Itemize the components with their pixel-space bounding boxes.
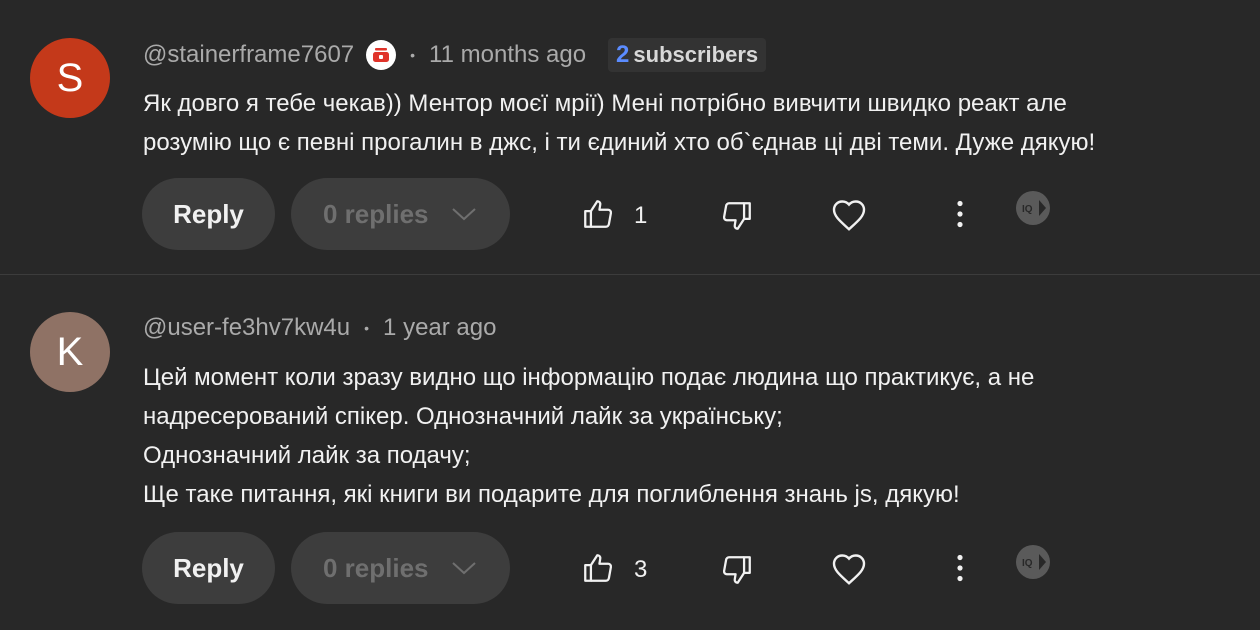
thumbs-up-icon[interactable] [580, 196, 616, 232]
avatar[interactable]: K [30, 312, 110, 392]
avatar[interactable]: S [30, 38, 110, 118]
comment-line: Як довго я тебе чекав)) Ментор моєї мрії… [143, 90, 1067, 117]
replies-button[interactable]: 0 replies [291, 178, 510, 250]
like-count: 3 [634, 556, 648, 583]
comment-line: Ще таке питання, які книги ви подарите д… [143, 481, 960, 508]
timestamp[interactable]: 1 year ago [383, 314, 496, 342]
comment-thread: K @user-fe3hv7kw4u • 1 year ago Цей моме… [0, 275, 1260, 630]
separator-dot: • [364, 320, 370, 336]
comment-text: Цей момент коли зразу видно що інформаці… [143, 358, 1243, 514]
membership-badge-icon [366, 40, 397, 70]
iq-icon[interactable]: IQ [1015, 190, 1051, 226]
subscriber-label: subscribers [633, 42, 759, 67]
comment-line: надресерований спікер. Однозначний лайк … [143, 403, 783, 430]
separator-dot: • [410, 47, 416, 63]
subscriber-count: 2 [616, 41, 630, 68]
comment-meta: @stainerframe7607 • 11 months ago 2 subsc… [143, 35, 767, 75]
heart-icon[interactable] [830, 196, 868, 234]
thumbs-down-icon[interactable] [719, 552, 755, 588]
reply-button[interactable]: Reply [142, 178, 275, 250]
iq-icon[interactable]: IQ [1015, 544, 1051, 580]
timestamp[interactable]: 11 months ago [429, 41, 586, 69]
comment-line: розумію що є певні прогалин в джс, і ти … [143, 129, 1096, 156]
comment-line: Цей момент коли зразу видно що інформаці… [143, 364, 1035, 391]
thumbs-up-icon[interactable] [580, 550, 616, 586]
comment-meta: @user-fe3hv7kw4u • 1 year ago [143, 308, 496, 348]
thumbs-down-icon[interactable] [719, 198, 755, 234]
replies-button[interactable]: 0 replies [291, 532, 510, 604]
heart-icon[interactable] [830, 550, 868, 588]
comment-text: Як довго я тебе чекав)) Ментор моєї мрії… [143, 84, 1243, 162]
username[interactable]: @user-fe3hv7kw4u [143, 314, 350, 342]
more-vert-icon[interactable] [948, 196, 972, 232]
like-count: 1 [634, 202, 648, 229]
username[interactable]: @stainerframe7607 [143, 41, 354, 69]
comment-line: Однозначний лайк за подачу; [143, 442, 471, 469]
subscriber-badge: 2 subscribers [608, 38, 767, 72]
chevron-down-icon [451, 208, 476, 221]
replies-label: 0 replies [323, 198, 429, 229]
more-vert-icon[interactable] [948, 550, 972, 586]
reply-button[interactable]: Reply [142, 532, 275, 604]
iq-label: IQ [1022, 558, 1033, 569]
chevron-down-icon [451, 562, 476, 575]
comment-thread: S @stainerframe7607 • 11 months ago 2 sub… [0, 0, 1260, 274]
iq-label: IQ [1022, 204, 1033, 215]
replies-label: 0 replies [323, 552, 429, 583]
